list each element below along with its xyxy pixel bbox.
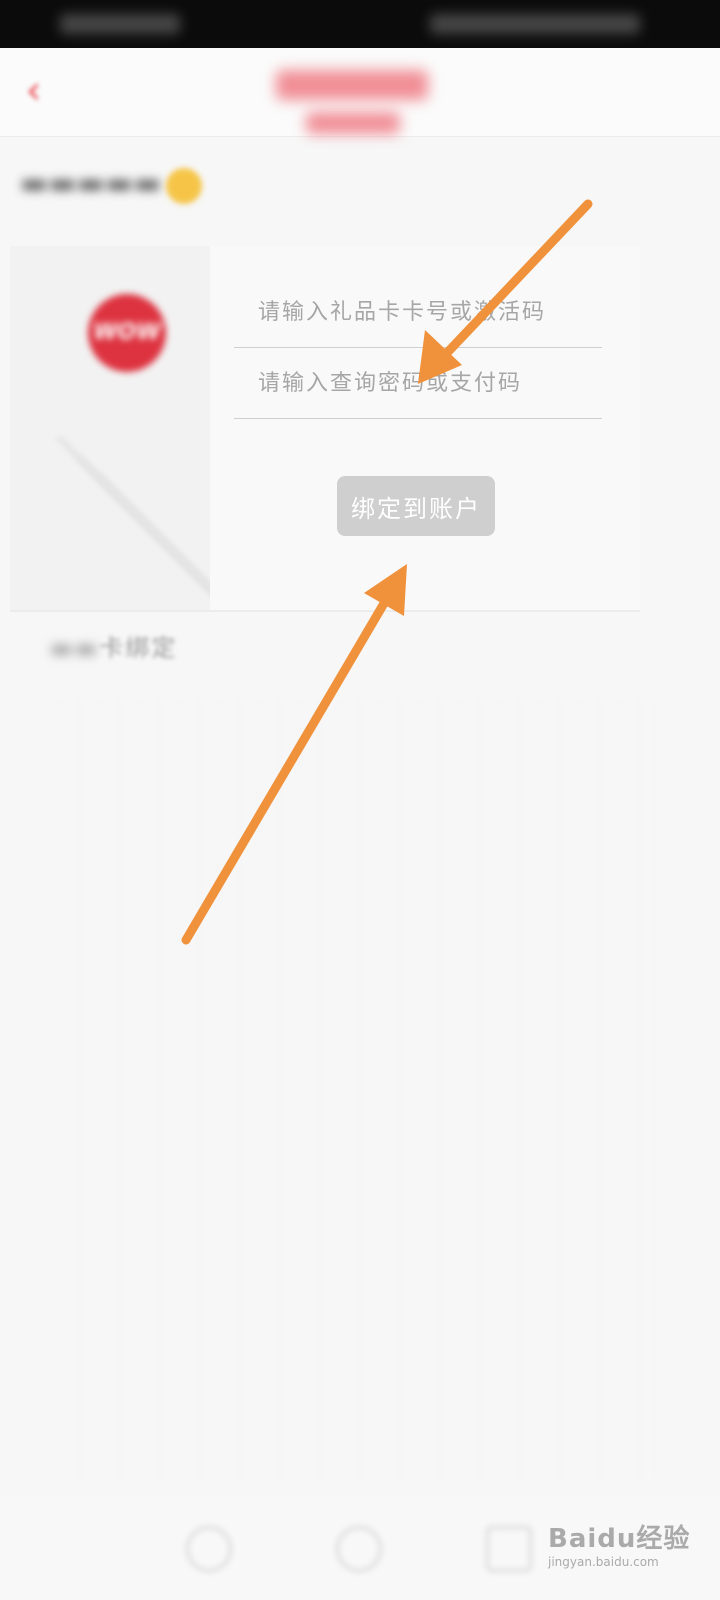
brand-logo: WOW: [88, 294, 166, 372]
gift-card-panel: WOW 绑定到账户: [10, 246, 640, 610]
status-right-blur: [430, 14, 640, 34]
card-number-input[interactable]: [234, 278, 602, 348]
decor-stripe: [95, 472, 210, 610]
blurred-prefix: ▬▬: [50, 634, 100, 662]
card-bind-text: 卡绑定: [99, 634, 178, 662]
back-button[interactable]: ‹: [26, 70, 66, 110]
bind-to-account-button[interactable]: 绑定到账户: [337, 476, 495, 536]
section-title-blurred: ▬▬▬▬▬: [20, 166, 162, 201]
blurred-list-area: [40, 700, 660, 1480]
status-left-blur: [60, 14, 180, 34]
chevron-left-icon: ‹: [26, 68, 42, 112]
watermark-url: jingyan.baidu.com: [548, 1555, 659, 1569]
card-bind-label: ▬▬卡绑定: [50, 628, 177, 663]
status-bar: [0, 0, 720, 48]
nav-home-icon[interactable]: [336, 1526, 382, 1572]
watermark: Baidu经验 jingyan.baidu.com: [548, 1518, 718, 1578]
card-divider: [10, 610, 640, 612]
password-input[interactable]: [234, 349, 602, 419]
top-header: ‹: [0, 48, 720, 137]
page-subtitle-blurred: [306, 112, 400, 134]
page-title-blurred: [276, 70, 428, 100]
card-left-decor: WOW: [10, 246, 210, 610]
watermark-brand: Baidu经验: [548, 1524, 691, 1554]
card-form: 绑定到账户: [220, 246, 640, 610]
nav-recents-icon[interactable]: [486, 1526, 532, 1572]
coin-icon: [166, 168, 202, 204]
nav-back-icon[interactable]: [186, 1526, 232, 1572]
